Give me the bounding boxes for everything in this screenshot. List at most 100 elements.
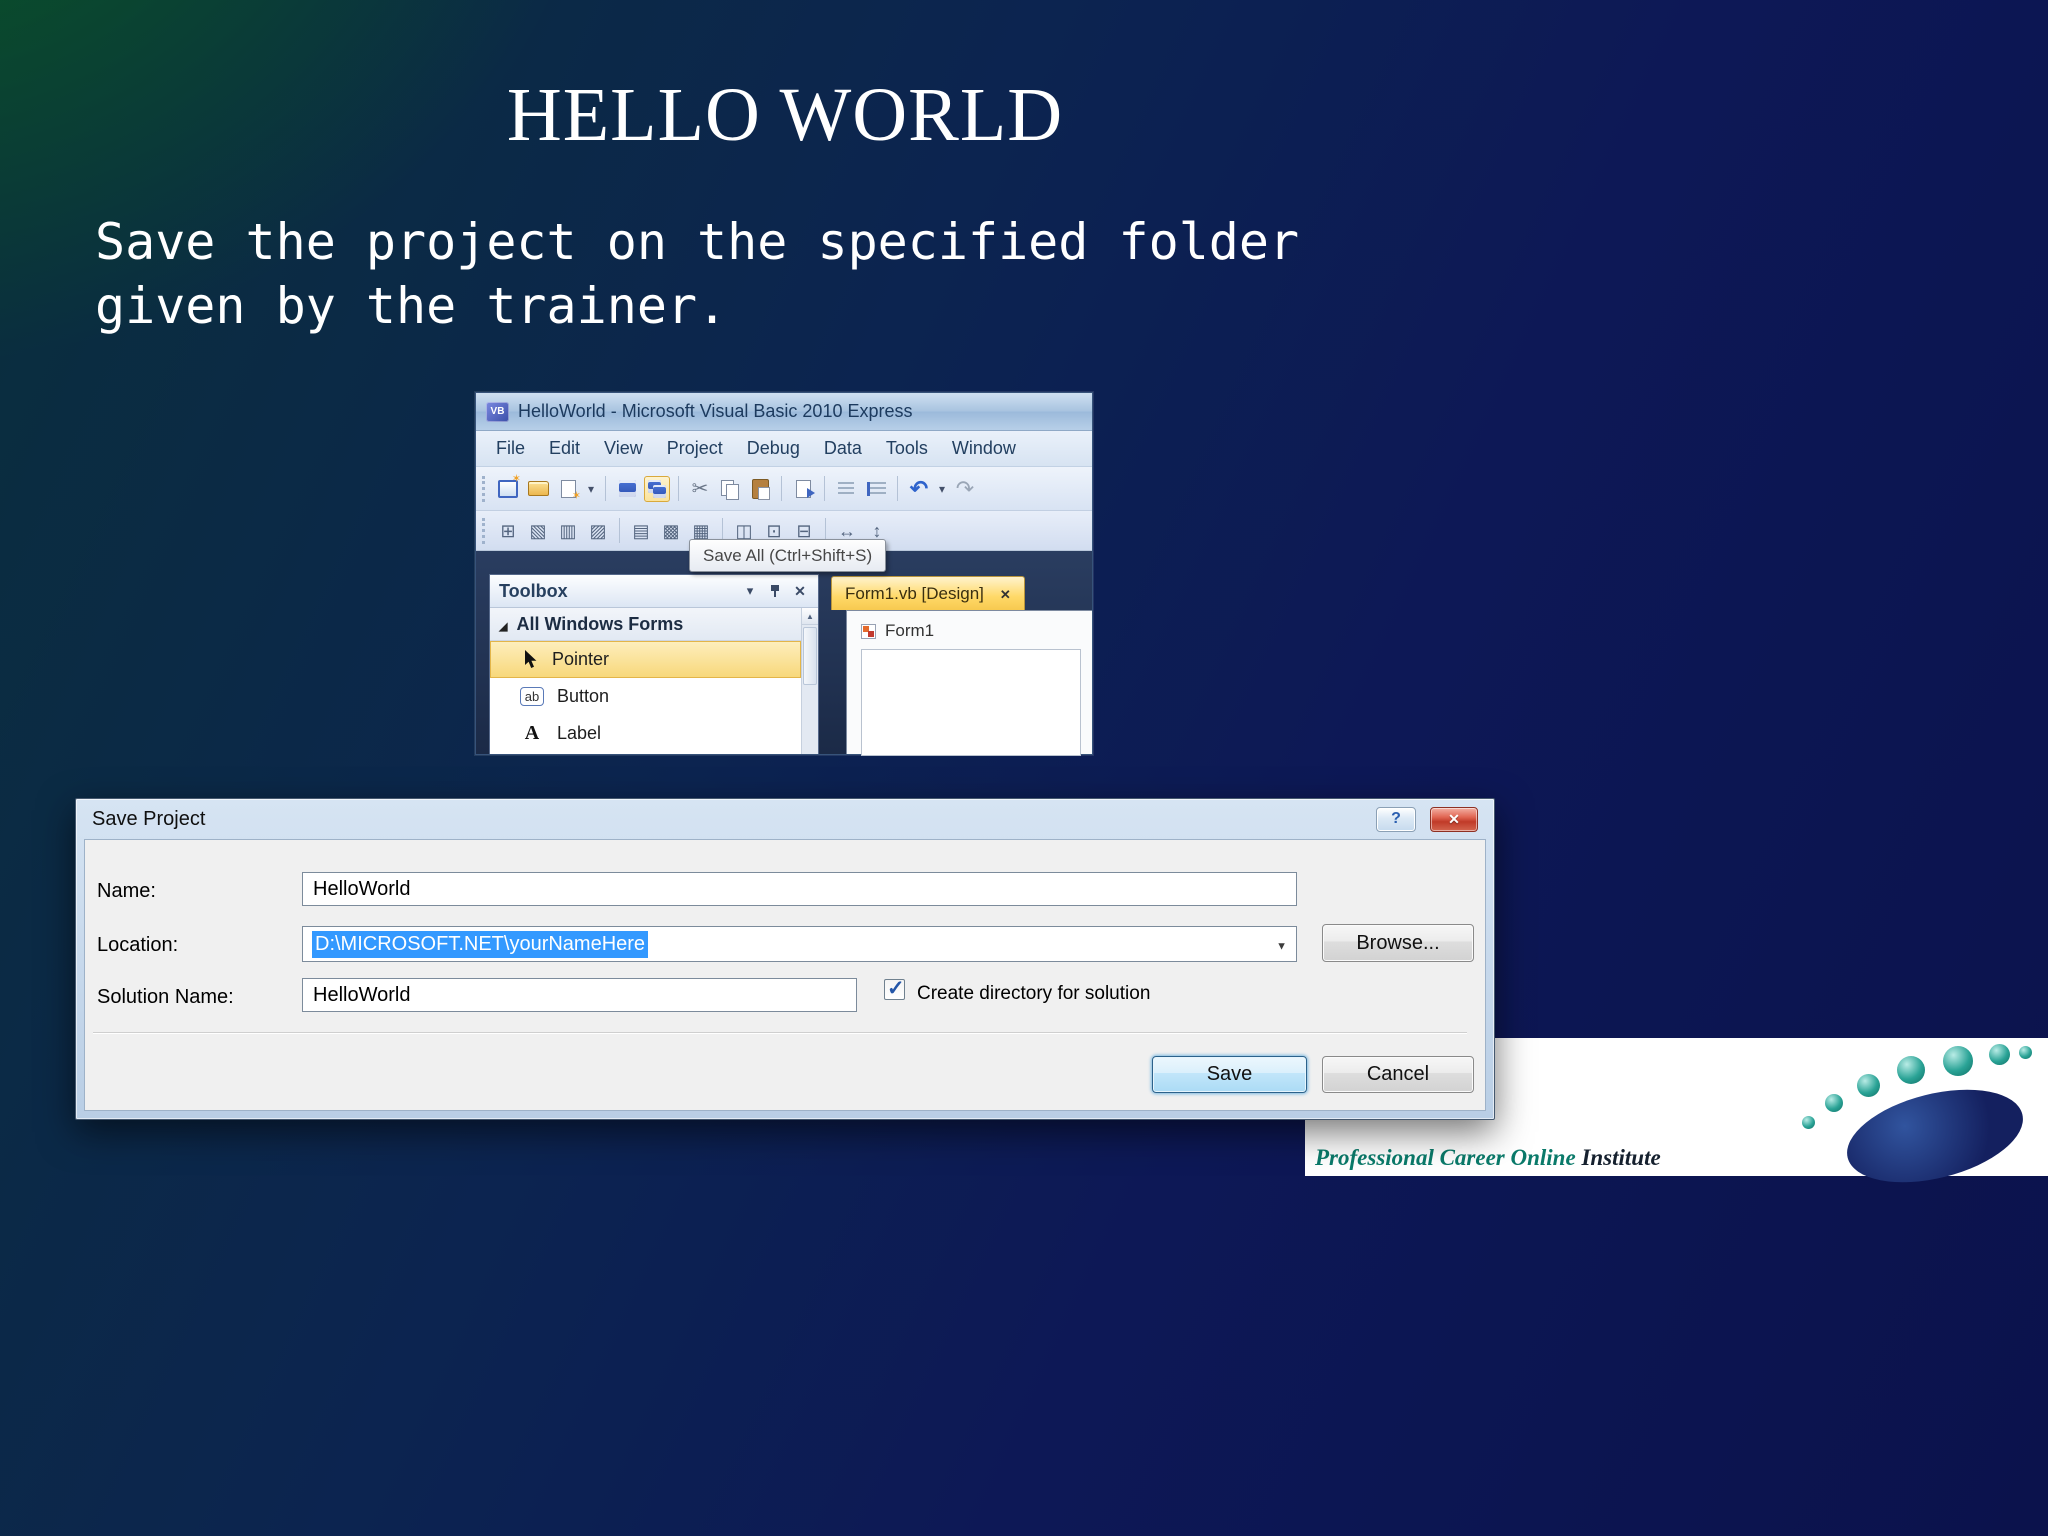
dropdown-caret-icon[interactable] xyxy=(936,476,948,502)
scrollbar-thumb[interactable] xyxy=(803,627,817,685)
location-label: Location: xyxy=(97,934,179,956)
logo-bubble xyxy=(1802,1116,1815,1129)
dialog-body: Name: Location: D:\MICROSOFT.NET\yourNam… xyxy=(84,839,1486,1111)
form1-surface[interactable] xyxy=(861,649,1081,756)
cancel-button[interactable]: Cancel xyxy=(1322,1056,1474,1093)
vs-menubar: File Edit View Project Debug Data Tools … xyxy=(476,431,1092,467)
toolbox-header[interactable]: Toolbox xyxy=(490,575,818,608)
logo-bubble xyxy=(1897,1056,1925,1084)
vs-window-title: HelloWorld - Microsoft Visual Basic 2010… xyxy=(518,401,913,421)
uncomment-lines-icon[interactable] xyxy=(863,476,889,502)
open-folder-icon[interactable] xyxy=(525,476,551,502)
toolbox-item-label: Label xyxy=(557,723,602,743)
menu-window[interactable]: Window xyxy=(940,434,1028,463)
save-all-icon[interactable] xyxy=(644,475,670,502)
toolbox-scrollbar[interactable] xyxy=(801,608,818,754)
logo-text: Professional Career Online Institute xyxy=(1315,1145,1661,1171)
combo-dropdown-icon[interactable] xyxy=(1276,933,1287,956)
toolbox-item-label: Pointer xyxy=(552,649,610,669)
logo-bubble xyxy=(1989,1044,2010,1065)
close-button[interactable] xyxy=(1430,806,1478,832)
menu-edit[interactable]: Edit xyxy=(537,434,592,463)
toolbar-grip[interactable] xyxy=(482,517,488,544)
menu-debug[interactable]: Debug xyxy=(735,434,812,463)
toolbox-panel: Toolbox All Windows Forms Pointer ab But… xyxy=(489,574,819,754)
solution-name-label: Solution Name: xyxy=(97,986,234,1008)
solution-name-input[interactable] xyxy=(302,978,857,1012)
snap-to-grid-icon[interactable]: ⊞ xyxy=(495,518,521,544)
dialog-separator xyxy=(93,1032,1467,1034)
vb-app-icon: VB xyxy=(486,401,509,422)
logo-text-primary: Professional Career Online xyxy=(1315,1145,1582,1170)
align-rights-icon[interactable]: ▨ xyxy=(585,518,611,544)
close-tab-icon[interactable] xyxy=(1000,584,1011,604)
save-icon[interactable] xyxy=(614,476,640,502)
button-control-icon: ab xyxy=(520,687,544,706)
toolbox-title: Toolbox xyxy=(499,580,568,601)
undo-icon[interactable] xyxy=(906,476,932,502)
form1-title: Form1 xyxy=(885,621,935,640)
help-button[interactable] xyxy=(1376,806,1416,832)
cancel-button-label: Cancel xyxy=(1366,1063,1430,1085)
save-all-tooltip: Save All (Ctrl+Shift+S) xyxy=(689,539,887,572)
logo-bubble xyxy=(1825,1094,1843,1112)
menu-project[interactable]: Project xyxy=(655,434,735,463)
dialog-title: Save Project xyxy=(92,807,206,830)
dialog-titlebar[interactable]: Save Project xyxy=(76,799,1494,839)
cut-icon[interactable] xyxy=(687,476,713,502)
toolbar-separator xyxy=(824,476,825,501)
add-item-icon[interactable] xyxy=(555,476,581,502)
create-directory-checkbox[interactable] xyxy=(884,976,905,1001)
toolbar-grip[interactable] xyxy=(482,475,488,502)
auto-hide-pin-icon[interactable] xyxy=(769,584,781,599)
tab-form1-design[interactable]: Form1.vb [Design] xyxy=(831,576,1025,610)
toolbox-group-all-windows-forms[interactable]: All Windows Forms xyxy=(490,608,801,641)
align-middles-icon[interactable]: ▩ xyxy=(658,518,684,544)
vs-express-window: VB HelloWorld - Microsoft Visual Basic 2… xyxy=(475,392,1093,756)
name-label: Name: xyxy=(97,880,156,902)
browse-button-label: Browse... xyxy=(1356,931,1440,954)
location-combobox[interactable]: D:\MICROSOFT.NET\yourNameHere xyxy=(302,926,1297,962)
form-icon xyxy=(861,623,876,639)
find-in-files-icon[interactable] xyxy=(790,476,816,502)
toolbox-group-label: All Windows Forms xyxy=(516,613,684,634)
paste-icon[interactable] xyxy=(747,476,773,502)
menu-file[interactable]: File xyxy=(484,434,537,463)
logo-bubble xyxy=(1857,1074,1880,1097)
browse-button[interactable]: Browse... xyxy=(1322,924,1474,962)
toolbox-close-icon[interactable] xyxy=(791,583,809,600)
dropdown-caret-icon[interactable] xyxy=(585,476,597,502)
vs-titlebar[interactable]: VB HelloWorld - Microsoft Visual Basic 2… xyxy=(476,393,1092,431)
toolbox-item-pointer[interactable]: Pointer xyxy=(490,641,801,678)
tab-label: Form1.vb [Design] xyxy=(845,583,984,603)
window-position-icon[interactable] xyxy=(741,583,759,599)
menu-tools[interactable]: Tools xyxy=(874,434,940,463)
save-button[interactable]: Save xyxy=(1152,1056,1307,1093)
scroll-up-arrow-icon[interactable] xyxy=(802,608,818,625)
designer-area: Form1.vb [Design] Form1 xyxy=(819,551,1092,756)
name-input[interactable] xyxy=(302,872,1297,906)
toolbar-separator xyxy=(619,518,620,543)
menu-view[interactable]: View xyxy=(592,434,655,463)
logo-text-secondary: Institute xyxy=(1581,1145,1661,1170)
align-centers-icon[interactable]: ▥ xyxy=(555,518,581,544)
location-selected-text: D:\MICROSOFT.NET\yourNameHere xyxy=(312,930,649,958)
logo-bubble xyxy=(1943,1046,1973,1076)
toolbar-separator xyxy=(678,476,679,501)
toolbox-item-button[interactable]: ab Button xyxy=(490,678,801,715)
logo-bubble xyxy=(2019,1046,2032,1059)
align-lefts-icon[interactable]: ▧ xyxy=(525,518,551,544)
new-project-icon[interactable] xyxy=(495,474,521,502)
label-control-icon: A xyxy=(524,722,540,744)
comment-lines-icon[interactable] xyxy=(833,476,859,502)
align-tops-icon[interactable]: ▤ xyxy=(628,518,654,544)
toolbar-separator xyxy=(781,476,782,501)
copy-icon[interactable] xyxy=(717,476,743,502)
toolbox-item-label[interactable]: A Label xyxy=(490,715,801,752)
vs-standard-toolbar xyxy=(476,467,1092,511)
menu-data[interactable]: Data xyxy=(812,434,874,463)
redo-icon[interactable] xyxy=(952,476,978,502)
slide-body-text: Save the project on the specified folder… xyxy=(95,213,1300,335)
vs-content-area: Toolbox All Windows Forms Pointer ab But… xyxy=(476,551,1092,756)
pointer-icon xyxy=(521,650,539,670)
